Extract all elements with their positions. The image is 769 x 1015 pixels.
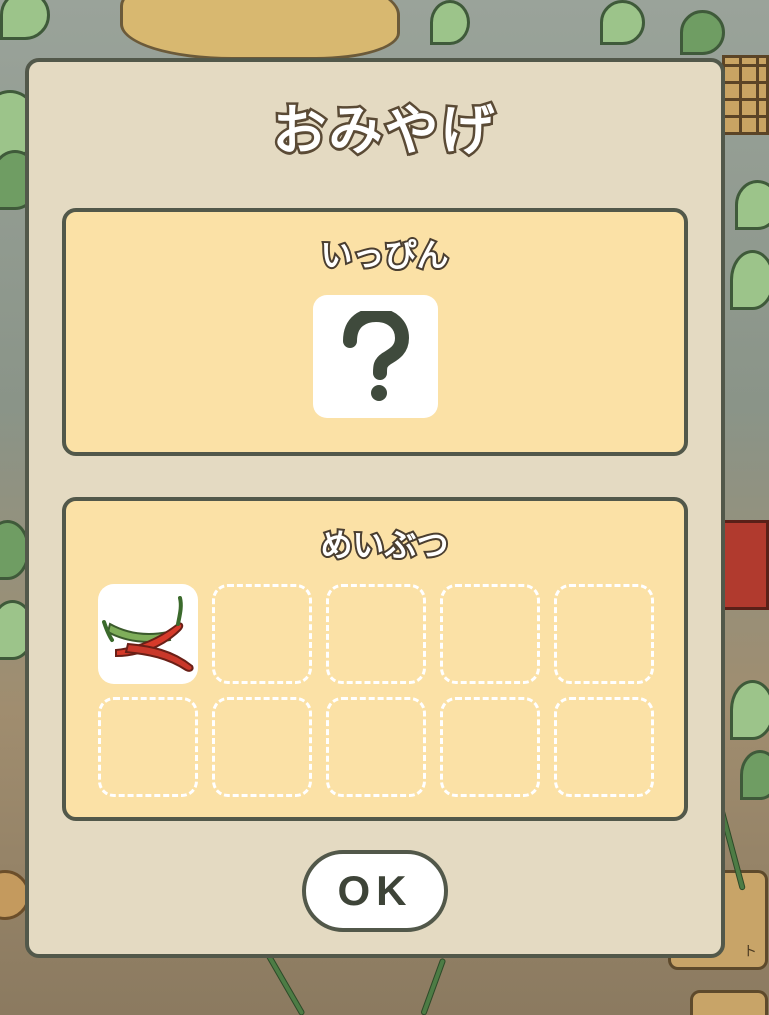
special-item-label: いっぴん <box>318 234 450 276</box>
specialty-slot-9[interactable] <box>440 697 540 797</box>
red-chili-peppers-icon <box>102 596 194 672</box>
specialty-slot-2[interactable] <box>212 584 312 684</box>
specialty-slot-7[interactable] <box>212 697 312 797</box>
local-specialty-label: めいぶつ <box>318 524 450 566</box>
special-item-slot[interactable] <box>313 295 438 418</box>
leaf <box>740 750 769 800</box>
ok-button[interactable]: OK <box>302 850 448 932</box>
leaf <box>430 0 470 45</box>
leaf <box>600 0 645 45</box>
specialty-slot-6[interactable] <box>98 697 198 797</box>
side-menu-button-label: ト <box>743 944 757 960</box>
specialty-slot-10[interactable] <box>554 697 654 797</box>
specialty-slot-5[interactable] <box>554 584 654 684</box>
leaf <box>730 680 769 740</box>
question-mark-icon <box>342 310 409 401</box>
specialty-slot-4[interactable] <box>440 584 540 684</box>
dialog-title: おみやげ <box>270 97 497 165</box>
specialty-slot-8[interactable] <box>326 697 426 797</box>
specialty-slot-3[interactable] <box>326 584 426 684</box>
leaf <box>735 180 769 230</box>
specialty-slot-1[interactable] <box>98 584 198 684</box>
straw-mat <box>120 0 400 60</box>
side-menu-button-2[interactable] <box>690 990 768 1015</box>
leaf <box>680 10 725 55</box>
